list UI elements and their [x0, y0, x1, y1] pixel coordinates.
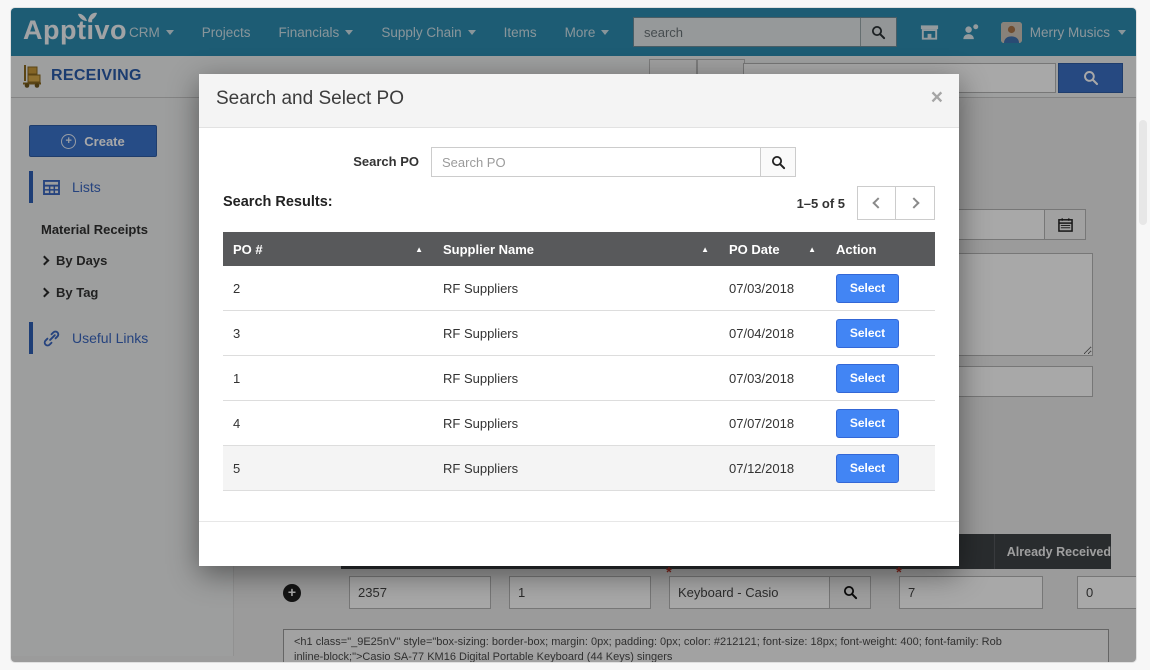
modal-footer-divider — [199, 521, 959, 522]
search-po-row: Search PO — [199, 147, 959, 177]
column-header-po[interactable]: PO #▲ — [223, 232, 433, 266]
po-results-table: PO #▲ Supplier Name▲ PO Date▲ Action 2 R… — [223, 232, 935, 491]
results-label: Search Results: — [223, 194, 333, 210]
app-window: Apptivo CRM Projects Financials Supply C… — [10, 7, 1137, 663]
modal-header: Search and Select PO × — [199, 74, 959, 128]
sort-asc-icon: ▲ — [701, 245, 709, 254]
search-icon — [771, 155, 786, 170]
column-header-supplier[interactable]: Supplier Name▲ — [433, 232, 719, 266]
search-po-button[interactable] — [760, 147, 796, 177]
browser-frame: Apptivo CRM Projects Financials Supply C… — [0, 0, 1150, 670]
chevron-left-icon — [872, 197, 883, 208]
select-button[interactable]: Select — [836, 454, 899, 483]
table-row: 1 RF Suppliers 07/03/2018 Select — [223, 356, 935, 401]
table-row: 5 RF Suppliers 07/12/2018 Select — [223, 446, 935, 491]
search-po-input[interactable] — [431, 147, 761, 177]
table-row: 4 RF Suppliers 07/07/2018 Select — [223, 401, 935, 446]
next-page-button[interactable] — [896, 186, 935, 220]
sort-asc-icon: ▲ — [808, 245, 816, 254]
select-button[interactable]: Select — [836, 274, 899, 303]
table-row: 3 RF Suppliers 07/04/2018 Select — [223, 311, 935, 356]
table-row: 2 RF Suppliers 07/03/2018 Select — [223, 266, 935, 311]
modal-title: Search and Select PO — [216, 88, 404, 110]
sort-asc-icon: ▲ — [415, 245, 423, 254]
close-icon[interactable]: × — [931, 86, 943, 110]
results-header-row: Search Results: 1–5 of 5 — [223, 186, 935, 220]
chevron-right-icon — [908, 197, 919, 208]
prev-page-button[interactable] — [857, 186, 896, 220]
column-header-date[interactable]: PO Date▲ — [719, 232, 826, 266]
pagination-range: 1–5 of 5 — [797, 196, 845, 211]
select-button[interactable]: Select — [836, 364, 899, 393]
select-button[interactable]: Select — [836, 319, 899, 348]
search-select-po-modal: Search and Select PO × Search PO Search … — [199, 74, 959, 566]
scrollbar-thumb[interactable] — [1139, 120, 1147, 225]
search-po-label: Search PO — [199, 154, 419, 169]
table-header-row: PO #▲ Supplier Name▲ PO Date▲ Action — [223, 232, 935, 266]
column-header-action: Action — [826, 232, 935, 266]
select-button[interactable]: Select — [836, 409, 899, 438]
